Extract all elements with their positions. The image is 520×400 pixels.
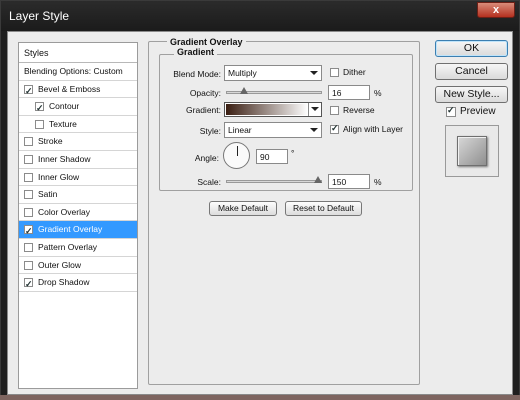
- stroke-checkbox[interactable]: [24, 137, 33, 147]
- style-item-stroke[interactable]: Stroke: [19, 133, 137, 151]
- window-title: Layer Style: [9, 9, 70, 23]
- angle-label: Angle:: [194, 153, 219, 163]
- reverse-label: Reverse: [343, 105, 375, 115]
- gradient-section-title: Gradient: [174, 47, 218, 57]
- align-with-layer-check-icon: [330, 123, 339, 134]
- scale-input[interactable]: 150: [328, 174, 370, 189]
- style-item-label: Inner Glow: [38, 171, 80, 182]
- ok-button[interactable]: OK: [435, 40, 508, 57]
- gradient-overlay-title: Gradient Overlay: [167, 37, 246, 47]
- opacity-slider-thumb[interactable]: [240, 87, 249, 94]
- style-item-label: Bevel & Emboss: [38, 83, 101, 94]
- dither-label: Dither: [343, 67, 366, 77]
- style-item-label: Contour: [49, 101, 80, 112]
- style-label: Style:: [199, 126, 221, 136]
- satin-checkbox[interactable]: [24, 190, 33, 200]
- angle-dial-indicator: [237, 146, 238, 156]
- blend-mode-value: Multiply: [228, 68, 257, 78]
- scale-slider-thumb[interactable]: [314, 176, 322, 183]
- chevron-down-icon: [310, 128, 318, 132]
- close-button[interactable]: x: [477, 2, 515, 18]
- styles-list: Styles Blending Options: Custom Bevel & E…: [18, 42, 138, 389]
- scale-slider[interactable]: [226, 180, 322, 183]
- blend-mode-dropdown[interactable]: Multiply: [224, 65, 322, 81]
- style-item-inner-glow[interactable]: Inner Glow: [19, 169, 137, 187]
- style-item-label: Color Overlay: [38, 206, 90, 217]
- style-item-pattern-overlay[interactable]: Pattern Overlay: [19, 239, 137, 257]
- style-item-label: Outer Glow: [38, 259, 81, 270]
- style-item-texture[interactable]: Texture: [19, 116, 137, 134]
- chevron-down-icon: [310, 71, 318, 75]
- style-item-color-overlay[interactable]: Color Overlay: [19, 204, 137, 222]
- opacity-label: Opacity:: [189, 88, 221, 98]
- chevron-down-icon: [311, 107, 319, 111]
- bevel-emboss-checkbox[interactable]: [24, 83, 33, 100]
- opacity-unit: %: [374, 88, 382, 98]
- cancel-button[interactable]: Cancel: [435, 63, 508, 80]
- styles-header[interactable]: Styles: [19, 43, 137, 63]
- opacity-input[interactable]: 16: [328, 85, 370, 100]
- gradient-overlay-checkbox[interactable]: [24, 223, 33, 241]
- style-item-label: Satin: [38, 189, 58, 200]
- scale-unit: %: [374, 177, 382, 187]
- gradient-label: Gradient:: [186, 105, 221, 115]
- style-item-label: Blending Options: Custom: [24, 66, 123, 76]
- inner-shadow-checkbox[interactable]: [24, 154, 33, 164]
- preview-swatch: [457, 136, 487, 166]
- style-item-inner-shadow[interactable]: Inner Shadow: [19, 151, 137, 169]
- blend-mode-label: Blend Mode:: [173, 69, 221, 79]
- style-item-label: Stroke: [38, 136, 63, 147]
- dither-check-icon: [330, 68, 339, 77]
- style-item-label: Texture: [49, 118, 77, 129]
- inner-glow-checkbox[interactable]: [24, 172, 33, 182]
- reset-to-default-button[interactable]: Reset to Default: [285, 201, 362, 216]
- style-preview: [445, 125, 499, 177]
- style-item-label: Inner Shadow: [38, 153, 91, 164]
- texture-checkbox[interactable]: [35, 119, 44, 129]
- color-overlay-checkbox[interactable]: [24, 207, 33, 217]
- make-default-button[interactable]: Make Default: [209, 201, 277, 216]
- drop-shadow-checkbox[interactable]: [24, 276, 33, 294]
- new-style-button[interactable]: New Style...: [435, 86, 508, 103]
- style-item-drop-shadow[interactable]: Drop Shadow: [19, 274, 137, 294]
- title-bar[interactable]: Layer Style x: [1, 1, 519, 31]
- angle-unit: °: [291, 148, 295, 158]
- style-item-contour[interactable]: Contour: [19, 98, 137, 118]
- pattern-overlay-checkbox[interactable]: [24, 242, 33, 252]
- angle-dial[interactable]: [223, 142, 250, 169]
- layer-style-window: Layer Style x Styles Blending Options: C…: [0, 0, 520, 400]
- gradient-picker[interactable]: [224, 102, 322, 117]
- gradient-swatch[interactable]: [226, 104, 308, 115]
- preview-label: Preview: [460, 106, 496, 117]
- angle-input[interactable]: 90: [256, 149, 288, 164]
- style-value: Linear: [228, 125, 252, 135]
- gradient-dropdown-button[interactable]: [308, 103, 321, 116]
- align-with-layer-label: Align with Layer: [343, 124, 404, 134]
- background-strip: [0, 395, 520, 400]
- style-item-bevel-emboss[interactable]: Bevel & Emboss: [19, 81, 137, 100]
- style-dropdown[interactable]: Linear: [224, 122, 322, 138]
- contour-checkbox[interactable]: [35, 100, 44, 118]
- style-item-label: Gradient Overlay: [38, 224, 103, 235]
- scale-label: Scale:: [197, 177, 221, 187]
- preview-check-icon: [446, 105, 456, 117]
- outer-glow-checkbox[interactable]: [24, 260, 33, 270]
- style-item-label: Pattern Overlay: [38, 241, 98, 252]
- style-item-blending-options-custom[interactable]: Blending Options: Custom: [19, 63, 137, 81]
- style-item-label: Drop Shadow: [38, 277, 90, 288]
- style-item-outer-glow[interactable]: Outer Glow: [19, 257, 137, 275]
- style-item-satin[interactable]: Satin: [19, 186, 137, 204]
- reverse-check-icon: [330, 106, 339, 115]
- style-item-gradient-overlay[interactable]: Gradient Overlay: [19, 221, 137, 241]
